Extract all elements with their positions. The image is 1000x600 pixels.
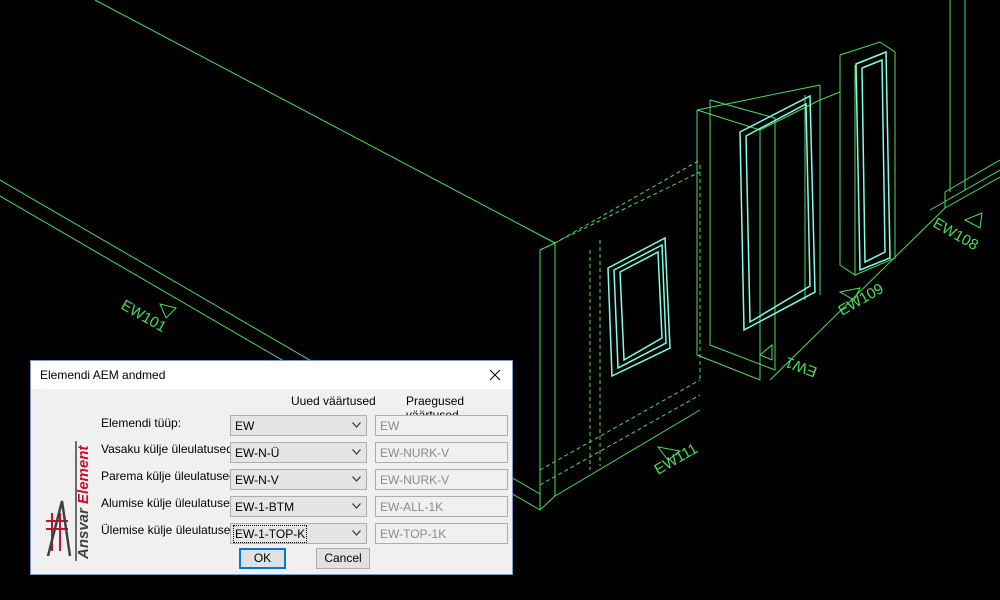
cad-label-ew101: EW101	[118, 297, 169, 336]
cad-label-ew108: EW108	[930, 215, 981, 254]
hidden-lines	[539, 159, 701, 486]
dialog-title: Elemendi AEM andmed	[40, 368, 166, 382]
left-overhang-current-field: EW-NURK-V	[375, 442, 508, 463]
top-overhang-select[interactable]: EW-1-TOP-K	[230, 523, 367, 544]
left-overhang-current-value: EW-NURK-V	[380, 446, 450, 460]
left-overhang-select[interactable]: EW-N-Ü	[230, 442, 367, 463]
dialog-titlebar[interactable]: Elemendi AEM andmed	[31, 361, 512, 389]
top-overhang-label: Ülemise külje üleulatused:	[101, 523, 241, 537]
window-frames	[607, 50, 891, 378]
element-type-label: Elemendi tüüp:	[101, 416, 182, 430]
element-type-value: EW	[235, 419, 255, 433]
close-button[interactable]	[478, 361, 512, 389]
column-header-new: Uued väärtused	[291, 394, 376, 408]
bottom-overhang-current-value: EW-ALL-1K	[380, 500, 444, 514]
chevron-down-icon	[352, 503, 361, 509]
chevron-down-icon	[352, 449, 361, 455]
top-overhang-value: EW-1-TOP-K	[232, 525, 308, 543]
aem-data-dialog: Elemendi AEM andmed Uued väärtused Praeg…	[30, 360, 513, 575]
ok-button[interactable]: OK	[239, 548, 286, 569]
element-type-current-value: EW	[380, 419, 400, 433]
right-overhang-value: EW-N-V	[235, 473, 279, 487]
chevron-down-icon	[352, 422, 361, 428]
left-overhang-label: Vasaku külje üleulatused:	[101, 442, 237, 456]
bottom-overhang-current-field: EW-ALL-1K	[375, 496, 508, 517]
left-overhang-value: EW-N-Ü	[235, 446, 280, 460]
top-overhang-current-field: EW-TOP-1K	[375, 523, 508, 544]
chevron-down-icon	[352, 530, 361, 536]
ansvar-element-logo: Ansvar Element	[46, 441, 92, 561]
chevron-down-icon	[352, 476, 361, 482]
element-type-current-field: EW	[375, 415, 508, 436]
right-overhang-label: Parema külje üleulatused:	[101, 469, 240, 483]
openings	[696, 41, 896, 381]
svg-text:Ansvar Element: Ansvar Element	[75, 445, 92, 560]
cad-label-ew111: EW111	[652, 440, 701, 478]
bottom-overhang-select[interactable]: EW-1-BTM	[230, 496, 367, 517]
top-overhang-current-value: EW-TOP-1K	[380, 527, 447, 541]
right-overhang-current-value: EW-NURK-V	[380, 473, 450, 487]
element-type-select[interactable]: EW	[230, 415, 367, 436]
cancel-button[interactable]: Cancel	[316, 548, 370, 569]
cad-label-ew109: EW109	[836, 280, 887, 319]
cad-label-ew1: EW1	[783, 353, 819, 380]
right-overhang-current-field: EW-NURK-V	[375, 469, 508, 490]
close-icon	[489, 369, 501, 381]
right-overhang-select[interactable]: EW-N-V	[230, 469, 367, 490]
bottom-overhang-label: Alumise külje üleulatused:	[101, 496, 240, 510]
bottom-overhang-value: EW-1-BTM	[235, 500, 295, 514]
